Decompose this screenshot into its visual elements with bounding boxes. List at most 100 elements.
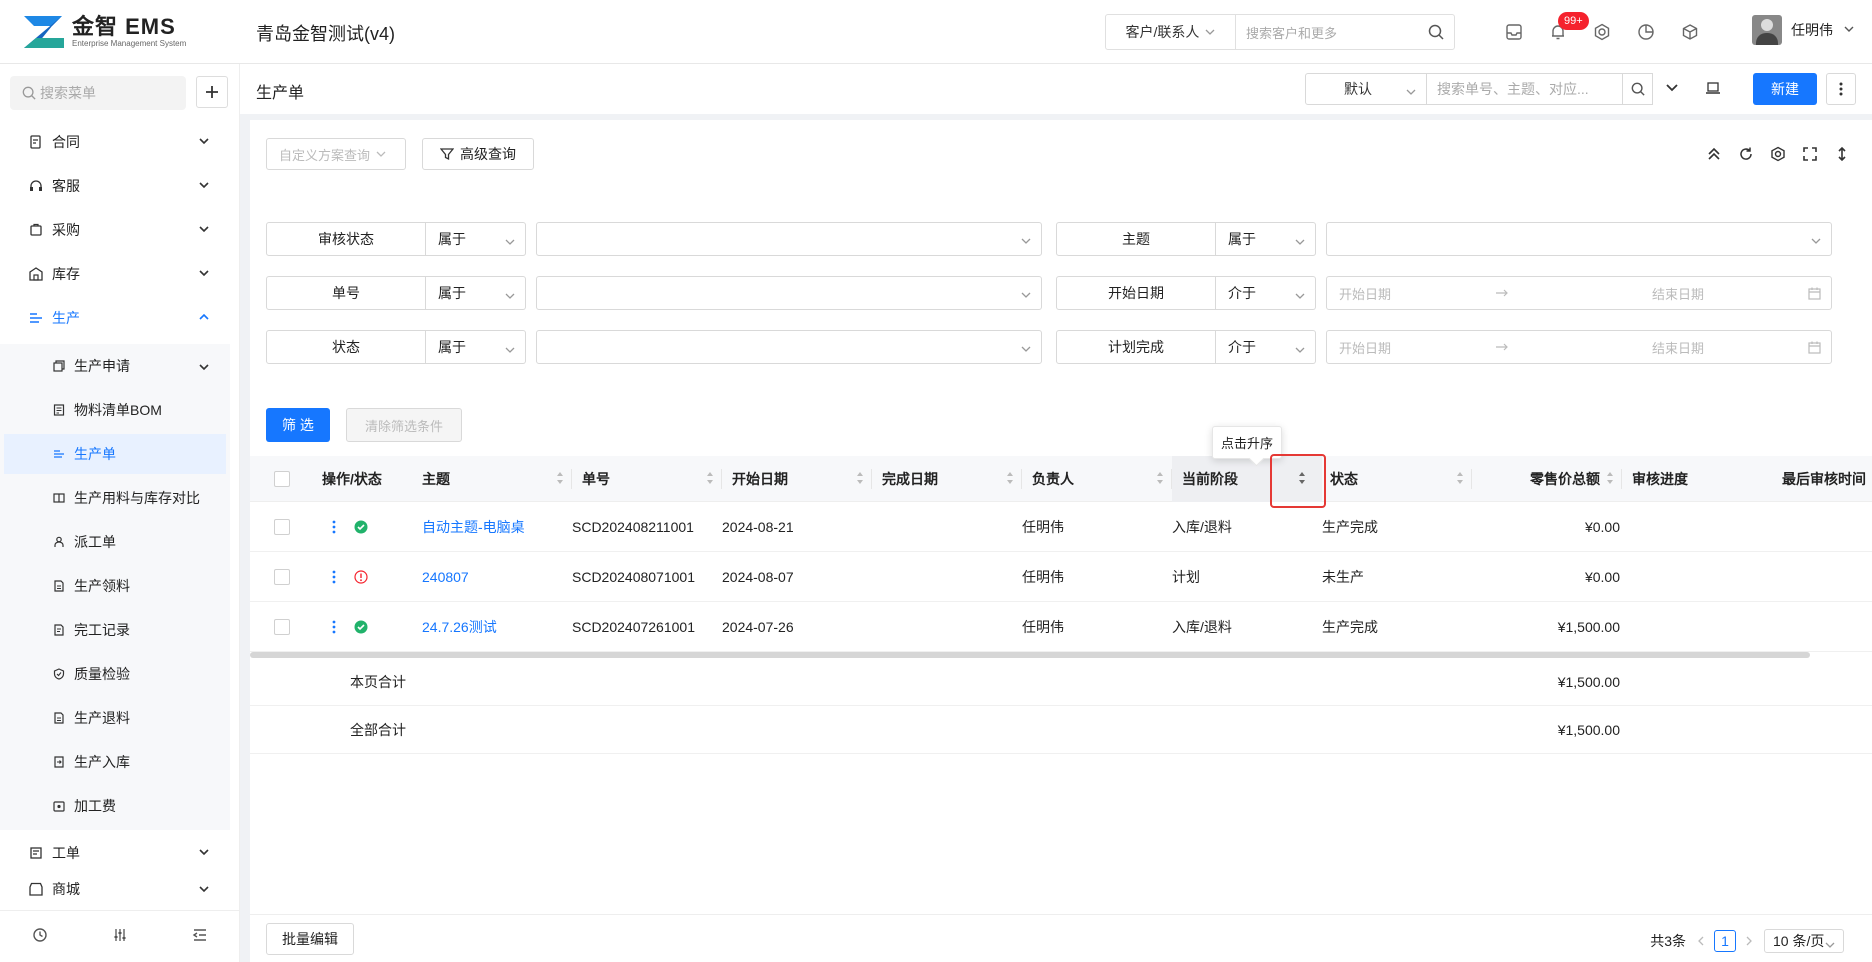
filter-operator-select[interactable]: 属于 — [1216, 222, 1316, 256]
add-menu-button[interactable] — [196, 76, 228, 108]
batch-edit-button[interactable]: 批量编辑 — [266, 923, 354, 955]
pie-chart-icon[interactable] — [1632, 18, 1660, 46]
sort-icon[interactable] — [1156, 471, 1164, 488]
global-search-input[interactable]: 搜索客户和更多 — [1236, 23, 1418, 42]
search-scope-select[interactable]: 客户/联系人 — [1106, 15, 1236, 49]
row-height-icon[interactable] — [1826, 144, 1858, 164]
start-date-input[interactable]: 开始日期 — [1339, 338, 1391, 357]
sort-icon[interactable] — [706, 471, 714, 488]
sidebar-item-production-request[interactable]: 生产申请 — [4, 346, 226, 386]
filter-operator-select[interactable]: 属于 — [426, 276, 526, 310]
sidebar-item-material-pick[interactable]: 生产领料 — [4, 566, 226, 606]
page-size-select[interactable]: 10 条/页 — [1764, 929, 1844, 953]
user-menu[interactable]: 任明伟 — [1752, 15, 1855, 45]
logo[interactable]: 金智 EMS Enterprise Management System — [22, 14, 186, 50]
more-vertical-icon[interactable] — [332, 602, 336, 652]
clear-filter-button[interactable]: 清除筛选条件 — [346, 408, 462, 442]
row-checkbox[interactable] — [274, 502, 290, 552]
chevron-down-icon — [1811, 234, 1821, 249]
sidebar-item-purchase[interactable]: 采购 — [0, 208, 240, 252]
end-date-input[interactable]: 结束日期 — [1652, 284, 1704, 303]
chevron-right-icon[interactable] — [1744, 933, 1754, 949]
history-icon[interactable] — [32, 927, 48, 946]
sidebar-item-production[interactable]: 生产 — [0, 296, 240, 340]
column-header-subject[interactable]: 主题 — [422, 456, 572, 502]
bell-icon[interactable]: 99+ — [1544, 12, 1589, 46]
sidebar-item-shop[interactable]: 商城 — [0, 874, 240, 904]
sidebar-item-contract[interactable]: 合同 — [0, 120, 240, 164]
filter-value-select[interactable] — [536, 276, 1042, 310]
custom-query-select[interactable]: 自定义方案查询 — [266, 138, 406, 170]
expand-search-icon[interactable] — [1665, 81, 1679, 98]
sidebar-item-material-compare[interactable]: 生产用料与库存对比 — [4, 478, 226, 518]
date-range-picker[interactable]: 开始日期 结束日期 — [1326, 330, 1832, 364]
search-button[interactable] — [1623, 73, 1653, 105]
inbox-icon[interactable] — [1500, 18, 1528, 46]
sidebar-item-production-order[interactable]: 生产单 — [4, 434, 226, 474]
sidebar-item-workorder[interactable]: 工单 — [0, 831, 240, 875]
subject-link[interactable]: 24.7.26测试 — [422, 602, 497, 652]
sliders-icon[interactable] — [112, 927, 128, 946]
refresh-icon[interactable] — [1730, 144, 1762, 164]
start-date-input[interactable]: 开始日期 — [1339, 284, 1391, 303]
table-row[interactable]: 自动主题-电脑桌 SCD202408211001 2024-08-21 任明伟 … — [250, 502, 1872, 552]
sort-icon[interactable] — [856, 471, 864, 488]
sidebar-item-bom[interactable]: 物料清单BOM — [4, 390, 226, 430]
table-row[interactable]: 24.7.26测试 SCD202407261001 2024-07-26 任明伟… — [250, 602, 1872, 652]
sidebar-item-quality[interactable]: 质量检验 — [4, 654, 226, 694]
filter-operator-select[interactable]: 介于 — [1216, 276, 1316, 310]
collapse-menu-icon[interactable] — [192, 927, 208, 946]
column-header-owner[interactable]: 负责人 — [1022, 456, 1172, 502]
row-checkbox[interactable] — [274, 552, 290, 602]
column-header-state[interactable]: 状态 — [1322, 456, 1472, 502]
more-vertical-icon[interactable] — [332, 502, 336, 552]
fullscreen-icon[interactable] — [1794, 144, 1826, 164]
more-button[interactable] — [1826, 73, 1856, 105]
date-range-picker[interactable]: 开始日期 结束日期 — [1326, 276, 1832, 310]
filter-operator-select[interactable]: 属于 — [426, 222, 526, 256]
filter-value-select[interactable] — [536, 330, 1042, 364]
apply-filter-button[interactable]: 筛 选 — [266, 408, 330, 442]
search-icon[interactable] — [1418, 24, 1454, 40]
gear-icon[interactable] — [1588, 18, 1616, 46]
order-search-input[interactable]: 搜索单号、主题、对应... — [1427, 73, 1623, 105]
menu-search-input[interactable]: 搜索菜单 — [10, 76, 186, 110]
more-vertical-icon[interactable] — [332, 552, 336, 602]
row-checkbox[interactable] — [274, 602, 290, 652]
sidebar-item-stock-in[interactable]: 生产入库 — [4, 742, 226, 782]
sidebar-item-return[interactable]: 生产退料 — [4, 698, 226, 738]
cube-icon[interactable] — [1676, 18, 1704, 46]
filter-value-select[interactable] — [536, 222, 1042, 256]
end-date-input[interactable]: 结束日期 — [1652, 338, 1704, 357]
sort-icon[interactable] — [1006, 471, 1014, 488]
sort-icon[interactable] — [1456, 471, 1464, 488]
sort-icon[interactable] — [1606, 471, 1614, 488]
chevron-left-icon[interactable] — [1696, 933, 1706, 949]
sort-icon[interactable] — [556, 471, 564, 488]
sidebar-item-processing-fee[interactable]: 加工费 — [4, 786, 226, 826]
collapse-icon[interactable] — [1698, 144, 1730, 164]
filter-operator-select[interactable]: 属于 — [426, 330, 526, 364]
sidebar-item-service[interactable]: 客服 — [0, 164, 240, 208]
page-current[interactable]: 1 — [1714, 930, 1736, 952]
advanced-query-button[interactable]: 高级查询 — [422, 138, 534, 170]
filter-value-select[interactable] — [1326, 222, 1832, 256]
subject-link[interactable]: 自动主题-电脑桌 — [422, 502, 525, 552]
column-header-start-date[interactable]: 开始日期 — [722, 456, 872, 502]
filter-operator-select[interactable]: 介于 — [1216, 330, 1316, 364]
settings-icon[interactable] — [1762, 144, 1794, 164]
print-icon[interactable] — [1705, 80, 1721, 99]
view-select[interactable]: 默认 — [1305, 73, 1427, 105]
table-row[interactable]: 240807 SCD202408071001 2024-08-07 任明伟 计划… — [250, 552, 1872, 602]
new-button[interactable]: 新建 — [1753, 73, 1817, 105]
total-count: 共3条 — [1650, 933, 1686, 949]
subject-link[interactable]: 240807 — [422, 552, 469, 602]
select-all-checkbox[interactable] — [274, 456, 314, 502]
column-header-amount[interactable]: 零售价总额 — [1472, 456, 1622, 502]
sidebar-item-completion[interactable]: 完工记录 — [4, 610, 226, 650]
search-scope-label: 客户/联系人 — [1125, 24, 1200, 40]
sidebar-item-dispatch[interactable]: 派工单 — [4, 522, 226, 562]
column-header-end-date[interactable]: 完成日期 — [872, 456, 1022, 502]
column-header-order-no[interactable]: 单号 — [572, 456, 722, 502]
sidebar-item-inventory[interactable]: 库存 — [0, 252, 240, 296]
